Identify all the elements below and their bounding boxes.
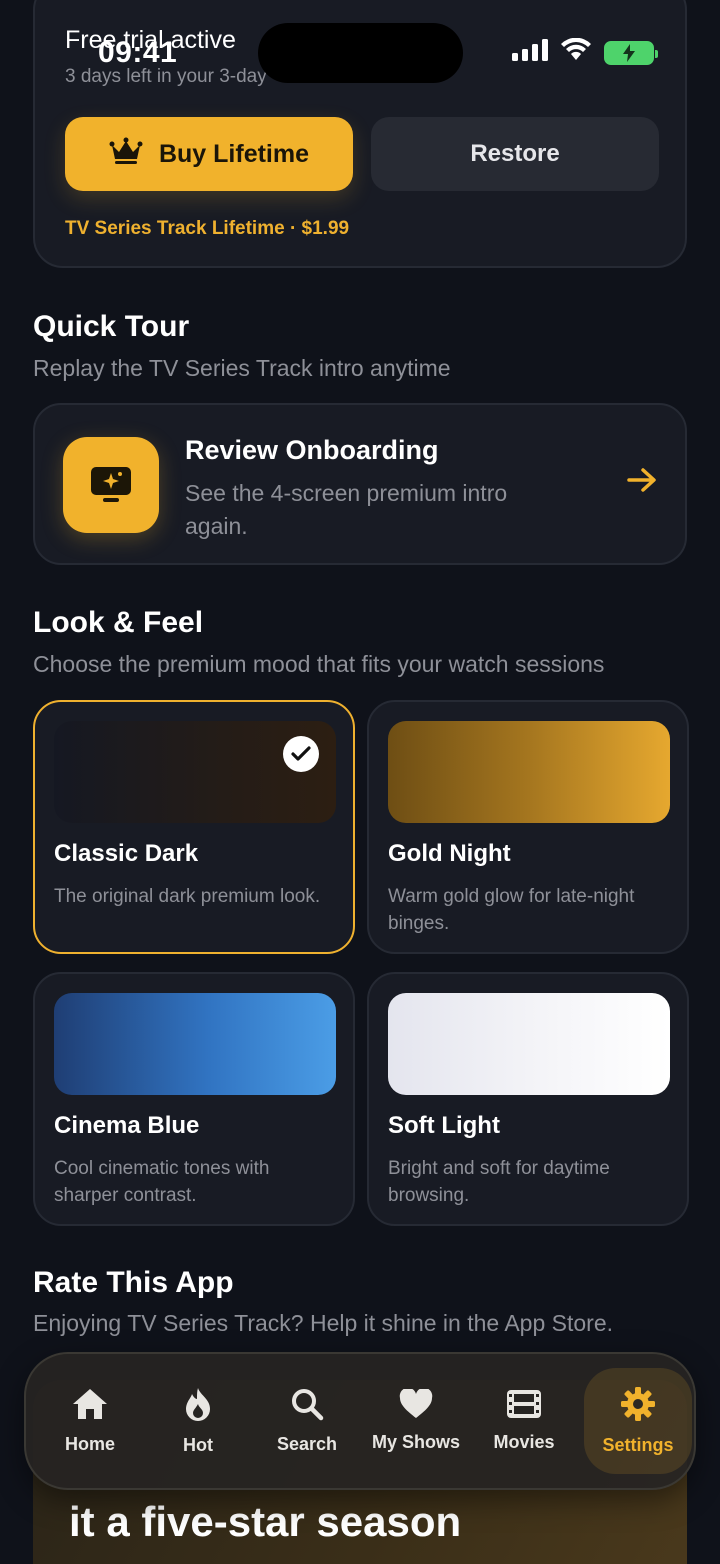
review-onboarding-subtitle: See the 4-screen premium intro again. xyxy=(185,480,508,539)
rate-headline: it a five-star season xyxy=(69,1498,462,1545)
restore-label: Restore xyxy=(470,140,560,167)
theme-description: The original dark premium look. xyxy=(54,886,321,907)
quick-tour-subtitle: Replay the TV Series Track intro anytime xyxy=(33,355,451,381)
film-icon xyxy=(506,1389,542,1424)
tab-label: Hot xyxy=(183,1435,213,1455)
theme-description: Bright and soft for daytime browsing. xyxy=(388,1158,610,1206)
tab-label: Search xyxy=(276,1434,338,1454)
theme-name: Cinema Blue xyxy=(54,1112,200,1139)
sparkle-tv-icon xyxy=(63,437,159,533)
crown-icon xyxy=(109,137,143,172)
theme-name: Soft Light xyxy=(388,1112,500,1139)
tab-search[interactable]: Search xyxy=(253,1354,361,1488)
magnifier-icon xyxy=(290,1387,324,1426)
checkmark-icon xyxy=(283,736,319,772)
buy-lifetime-button[interactable]: Buy Lifetime xyxy=(65,117,353,191)
arrow-right-icon xyxy=(627,467,657,498)
tab-label: My Shows xyxy=(371,1432,460,1452)
theme-description: Cool cinematic tones with sharper contra… xyxy=(54,1158,270,1206)
look-feel-title: Look & Feel xyxy=(33,606,204,639)
theme-swatch xyxy=(54,993,336,1095)
tab-hot[interactable]: Hot xyxy=(144,1354,252,1488)
review-onboarding-row[interactable]: Review Onboarding See the 4-screen premi… xyxy=(33,403,687,565)
status-bar: 09:41 xyxy=(0,0,720,100)
restore-button[interactable]: Restore xyxy=(371,117,659,191)
tab-settings[interactable]: Settings xyxy=(584,1368,692,1474)
rate-title: Rate This App xyxy=(33,1266,234,1299)
battery-icon xyxy=(604,40,658,65)
review-onboarding-title: Review Onboarding xyxy=(185,435,439,465)
flame-icon xyxy=(183,1386,213,1427)
buy-lifetime-label: Buy Lifetime xyxy=(158,139,310,168)
tab-bar: Home Hot Search My Shows Movies Settings xyxy=(24,1352,696,1490)
heart-icon xyxy=(399,1387,433,1424)
house-icon xyxy=(71,1387,109,1426)
look-feel-subtitle: Choose the premium mood that fits your w… xyxy=(33,651,605,677)
theme-name: Gold Night xyxy=(388,840,511,867)
tab-movies[interactable]: Movies xyxy=(470,1354,578,1488)
cellular-signal-icon xyxy=(512,39,548,66)
quick-tour-title: Quick Tour xyxy=(33,310,190,343)
dynamic-island xyxy=(258,23,463,83)
tab-my-shows[interactable]: My Shows xyxy=(362,1354,470,1488)
rate-subtitle: Enjoying TV Series Track? Help it shine … xyxy=(33,1310,613,1336)
tab-home[interactable]: Home xyxy=(36,1354,144,1488)
status-time: 09:41 xyxy=(98,36,178,69)
theme-cinema-blue[interactable]: Cinema Blue Cool cinematic tones with sh… xyxy=(33,972,355,1226)
tab-label: Home xyxy=(64,1434,115,1454)
tab-label: Settings xyxy=(602,1435,674,1455)
theme-gold-night[interactable]: Gold Night Warm gold glow for late-night… xyxy=(367,700,689,954)
gear-icon xyxy=(620,1386,656,1427)
theme-soft-light[interactable]: Soft Light Bright and soft for daytime b… xyxy=(367,972,689,1226)
status-icons xyxy=(512,37,658,67)
price-line: TV Series Track Lifetime · $1.99 xyxy=(65,218,350,239)
theme-swatch xyxy=(388,993,670,1095)
theme-swatch xyxy=(388,721,670,823)
theme-description: Warm gold glow for late-night binges. xyxy=(388,886,635,934)
theme-name: Classic Dark xyxy=(54,840,199,867)
wifi-icon xyxy=(560,37,592,67)
tab-label: Movies xyxy=(493,1432,555,1452)
theme-classic-dark[interactable]: Classic Dark The original dark premium l… xyxy=(33,700,355,954)
